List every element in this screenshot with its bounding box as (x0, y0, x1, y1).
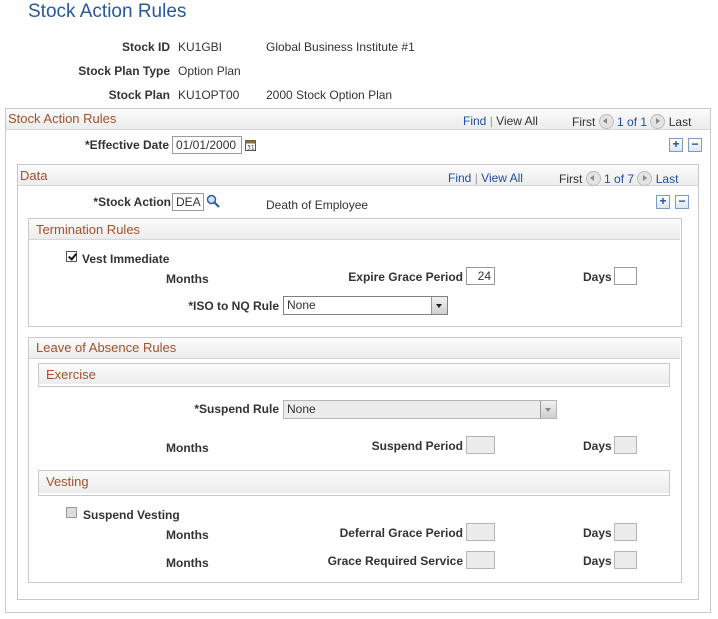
data-view-all-link[interactable]: View All (481, 171, 523, 185)
outer-range: 1 of 1 (617, 115, 648, 129)
stock-plan-description: 2000 Stock Option Plan (266, 88, 393, 102)
outer-first-label: First (572, 115, 596, 129)
suspend-vesting-label: Suspend Vesting (83, 508, 180, 522)
grace-days-input[interactable] (614, 551, 637, 569)
effective-date-label: *Effective Date (84, 138, 169, 152)
svg-text:31: 31 (247, 145, 255, 152)
termination-days-input[interactable] (614, 267, 637, 285)
suspend-rule-dropdown-arrow-icon[interactable] (540, 401, 556, 418)
expire-grace-period-input[interactable]: 24 (466, 267, 495, 285)
exercise-header (39, 364, 669, 384)
leave-of-absence-title: Leave of Absence Rules (36, 340, 177, 355)
data-nav-pager: First 1 of 7 Last (559, 171, 678, 186)
suspend-rule-label: *Suspend Rule (194, 402, 279, 416)
data-find-link[interactable]: Find (448, 171, 471, 185)
expire-grace-period-label: Expire Grace Period (348, 270, 463, 284)
termination-months-label: Months (166, 272, 209, 286)
stock-id-value: KU1GBI (178, 40, 223, 54)
calendar-icon[interactable]: 31 (245, 139, 256, 152)
effective-date-input[interactable]: 01/01/2000 (172, 136, 242, 154)
outer-view-all-link[interactable]: View All (496, 114, 538, 128)
stock-id-label: Stock ID (121, 40, 170, 54)
iso-to-nq-rule-select[interactable]: None (283, 296, 448, 315)
stock-action-label: *Stock Action (93, 195, 171, 209)
outer-nav-pager: First 1 of 1 Last (572, 114, 691, 129)
outer-previous-arrow-icon[interactable] (598, 114, 614, 129)
exercise-days-label: Days (583, 439, 612, 453)
deferral-days-label: Days (583, 526, 612, 540)
outer-last-label: Last (668, 115, 692, 129)
data-title: Data (20, 168, 48, 183)
stock-id-description: Global Business Institute #1 (266, 40, 415, 54)
stock-plan-type-label: Stock Plan Type (78, 64, 170, 78)
outer-find-link[interactable]: Find (463, 114, 486, 128)
iso-dropdown-arrow-icon[interactable] (431, 297, 447, 314)
deferral-days-input[interactable] (614, 523, 637, 541)
vest-immediate-label: Vest Immediate (82, 252, 170, 266)
data-nav-find-viewall: Find | View All (448, 171, 523, 185)
stock-action-input[interactable]: DEA (172, 193, 204, 211)
vesting-title: Vesting (46, 474, 89, 489)
exercise-days-input[interactable] (614, 436, 637, 454)
data-first-label: First (559, 172, 583, 186)
suspend-rule-value: None (287, 402, 316, 416)
lookup-search-icon[interactable] (206, 194, 220, 208)
suspend-rule-select[interactable]: None (283, 400, 557, 419)
data-nav-separator: | (474, 171, 478, 185)
outer-nav-find-viewall: Find | View All (463, 114, 538, 128)
data-next-arrow-icon[interactable] (637, 171, 653, 186)
stock-action-description: Death of Employee (266, 198, 369, 212)
data-last-link[interactable]: Last (656, 172, 679, 186)
stock-plan-value: KU1OPT00 (178, 88, 240, 102)
data-previous-arrow-icon[interactable] (585, 171, 601, 186)
stock-plan-type-value: Option Plan (178, 64, 241, 78)
deferral-months-label: Months (166, 528, 209, 542)
deferral-grace-period-label: Deferral Grace Period (339, 526, 463, 540)
exercise-months-label: Months (166, 441, 209, 455)
data-add-row-button[interactable]: + (656, 195, 670, 209)
page-title: Stock Action Rules (28, 1, 187, 22)
iso-to-nq-rule-label: *ISO to NQ Rule (188, 299, 279, 313)
stock-plan-label: Stock Plan (108, 88, 170, 102)
termination-rules-title: Termination Rules (36, 222, 141, 237)
data-delete-row-button[interactable]: − (675, 195, 689, 209)
outer-next-arrow-icon[interactable] (650, 114, 666, 129)
termination-days-label: Days (583, 270, 612, 284)
outer-delete-row-button[interactable]: − (688, 138, 702, 152)
iso-to-nq-rule-value: None (287, 298, 316, 312)
grace-months-label: Months (166, 556, 209, 570)
grace-days-label: Days (583, 554, 612, 568)
outer-add-row-button[interactable]: + (669, 138, 683, 152)
grace-required-service-input[interactable] (466, 551, 495, 569)
deferral-grace-period-input[interactable] (466, 523, 495, 541)
suspend-period-input[interactable] (466, 436, 495, 454)
suspend-vesting-checkbox[interactable] (66, 507, 77, 518)
exercise-title: Exercise (46, 367, 96, 382)
data-range: 1 of 7 (604, 172, 635, 186)
stock-action-rules-title: Stock Action Rules (8, 111, 117, 126)
outer-nav-separator: | (489, 114, 493, 128)
grace-required-service-label: Grace Required Service (327, 554, 463, 568)
vest-immediate-checkbox[interactable] (66, 251, 77, 262)
suspend-period-label: Suspend Period (371, 439, 463, 453)
vesting-header (39, 471, 669, 493)
